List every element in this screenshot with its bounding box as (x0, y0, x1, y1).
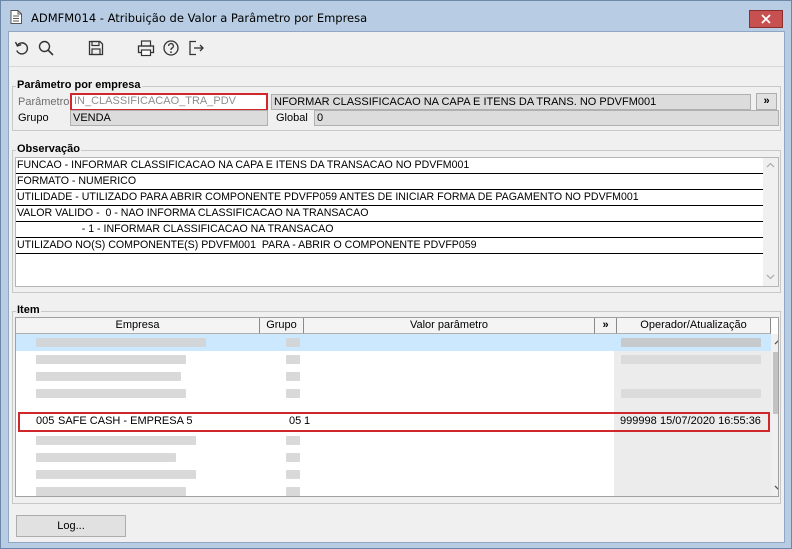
observacao-group-title: Observação (16, 143, 81, 155)
column-grupo[interactable]: Grupo (260, 318, 304, 334)
table-row[interactable] (16, 368, 778, 385)
observacao-line: FUNCAO - INFORMAR CLASSIFICACAO NA CAPA … (16, 158, 770, 174)
observacao-line: - 1 - INFORMAR CLASSIFICACAO NA TRANSACA… (16, 222, 770, 238)
table-row[interactable] (16, 466, 778, 483)
table-row[interactable] (16, 449, 778, 466)
column-valor[interactable]: Valor parâmetro (304, 318, 595, 334)
parametro-input[interactable]: IN_CLASSIFICACAO_TRA_PDV (70, 93, 268, 111)
help-icon[interactable] (162, 39, 180, 57)
scroll-down-icon[interactable] (766, 274, 775, 280)
window-title: ADMFM014 - Atribuição de Valor a Parâmet… (31, 11, 368, 25)
grupo-field: VENDA (70, 110, 268, 126)
observacao-textbox[interactable]: FUNCAO - INFORMAR CLASSIFICACAO NA CAPA … (15, 157, 779, 287)
double-chevron-right-icon: » (602, 319, 609, 331)
toolbar (9, 32, 784, 66)
scroll-up-icon[interactable] (766, 162, 775, 168)
search-icon[interactable] (37, 39, 55, 57)
log-button[interactable]: Log... (16, 515, 126, 537)
observacao-line: VALOR VALIDO - 0 - NAO INFORMA CLASSIFIC… (16, 206, 770, 222)
selected-row-highlight (18, 412, 770, 432)
close-button[interactable] (749, 10, 783, 28)
global-label: Global (276, 112, 308, 124)
scroll-down-icon[interactable] (774, 485, 779, 491)
scroll-up-icon[interactable] (774, 339, 779, 345)
global-field: 0 (314, 110, 779, 126)
title-bar[interactable]: ADMFM014 - Atribuição de Valor a Parâmet… (1, 1, 791, 31)
close-icon (761, 14, 771, 24)
observacao-line: UTILIZADO NO(S) COMPONENTE(S) PDVFM001 P… (16, 238, 770, 254)
print-icon[interactable] (137, 39, 155, 57)
table-row[interactable] (16, 385, 778, 402)
item-grid: Empresa Grupo Valor parâmetro » Operador… (15, 317, 779, 497)
column-empresa[interactable]: Empresa (16, 318, 260, 334)
double-chevron-right-icon: » (763, 95, 770, 107)
refresh-icon[interactable] (13, 39, 31, 57)
observacao-scrollbar[interactable] (763, 158, 778, 286)
table-row[interactable] (16, 351, 778, 368)
observacao-line: UTILIDADE - UTILIZADO PARA ABRIR COMPONE… (16, 190, 770, 206)
table-row[interactable] (16, 334, 778, 351)
item-grid-scrollbar[interactable] (771, 334, 779, 496)
parametro-description: NFORMAR CLASSIFICACAO NA CAPA E ITENS DA… (271, 94, 751, 110)
scrollbar-thumb[interactable] (773, 352, 778, 414)
save-icon[interactable] (87, 39, 105, 57)
parametro-expand-button[interactable]: » (756, 93, 777, 110)
observacao-line: FORMATO - NUMERICO (16, 174, 770, 190)
item-group-title: Item (16, 304, 41, 316)
column-operador[interactable]: Operador/Atualização (617, 318, 771, 334)
parametro-group-title: Parâmetro por empresa (16, 79, 142, 91)
toolbar-divider (9, 66, 784, 67)
table-row[interactable] (16, 483, 778, 496)
exit-icon[interactable] (187, 39, 205, 57)
document-icon (10, 10, 22, 24)
grupo-label: Grupo (18, 112, 49, 124)
column-expand-button[interactable]: » (595, 318, 617, 334)
parametro-label: Parâmetro (18, 96, 70, 108)
application-window: ADMFM014 - Atribuição de Valor a Parâmet… (0, 0, 792, 549)
client-area: Parâmetro por empresa Parâmetro IN_CLASS… (8, 31, 785, 543)
table-row[interactable] (16, 432, 778, 449)
